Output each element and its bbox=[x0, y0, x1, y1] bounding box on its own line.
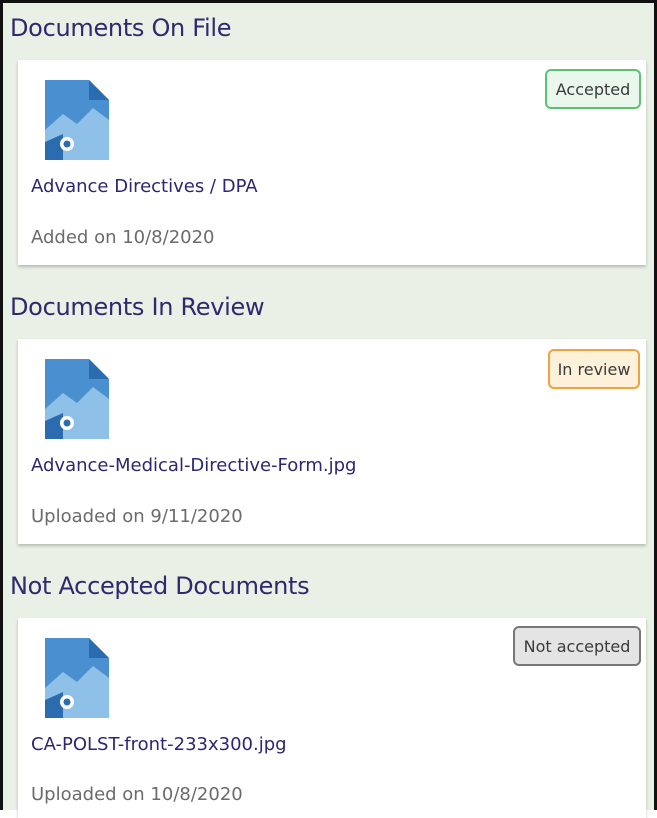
status-badge-accepted: Accepted bbox=[545, 69, 641, 109]
status-badge-not-accepted: Not accepted bbox=[513, 626, 641, 666]
section-title-on-file: Documents On File bbox=[10, 14, 232, 42]
document-card-not-accepted: Not accepted CA-POLST-front-233x300.jpg … bbox=[18, 618, 646, 818]
section-title-in-review: Documents In Review bbox=[10, 293, 265, 321]
image-file-icon[interactable] bbox=[45, 638, 109, 718]
document-date-uploaded: Uploaded on 9/11/2020 bbox=[31, 506, 243, 527]
document-link-medical-directive-form[interactable]: Advance-Medical-Directive-Form.jpg bbox=[31, 455, 356, 476]
status-badge-in-review: In review bbox=[548, 349, 640, 389]
documents-panel: Documents On File Accepted Advance Direc… bbox=[0, 0, 657, 818]
image-file-icon[interactable] bbox=[45, 80, 109, 160]
document-date-uploaded-polst: Uploaded on 10/8/2020 bbox=[31, 784, 243, 805]
document-date-added: Added on 10/8/2020 bbox=[31, 227, 215, 248]
document-card-on-file: Accepted Advance Directives / DPA Added … bbox=[18, 60, 646, 265]
image-file-icon[interactable] bbox=[45, 359, 109, 439]
document-link-advance-directives[interactable]: Advance Directives / DPA bbox=[31, 176, 258, 197]
document-card-in-review: In review Advance-Medical-Directive-Form… bbox=[18, 339, 646, 544]
document-link-ca-polst[interactable]: CA-POLST-front-233x300.jpg bbox=[31, 734, 287, 755]
section-title-not-accepted: Not Accepted Documents bbox=[10, 572, 310, 600]
